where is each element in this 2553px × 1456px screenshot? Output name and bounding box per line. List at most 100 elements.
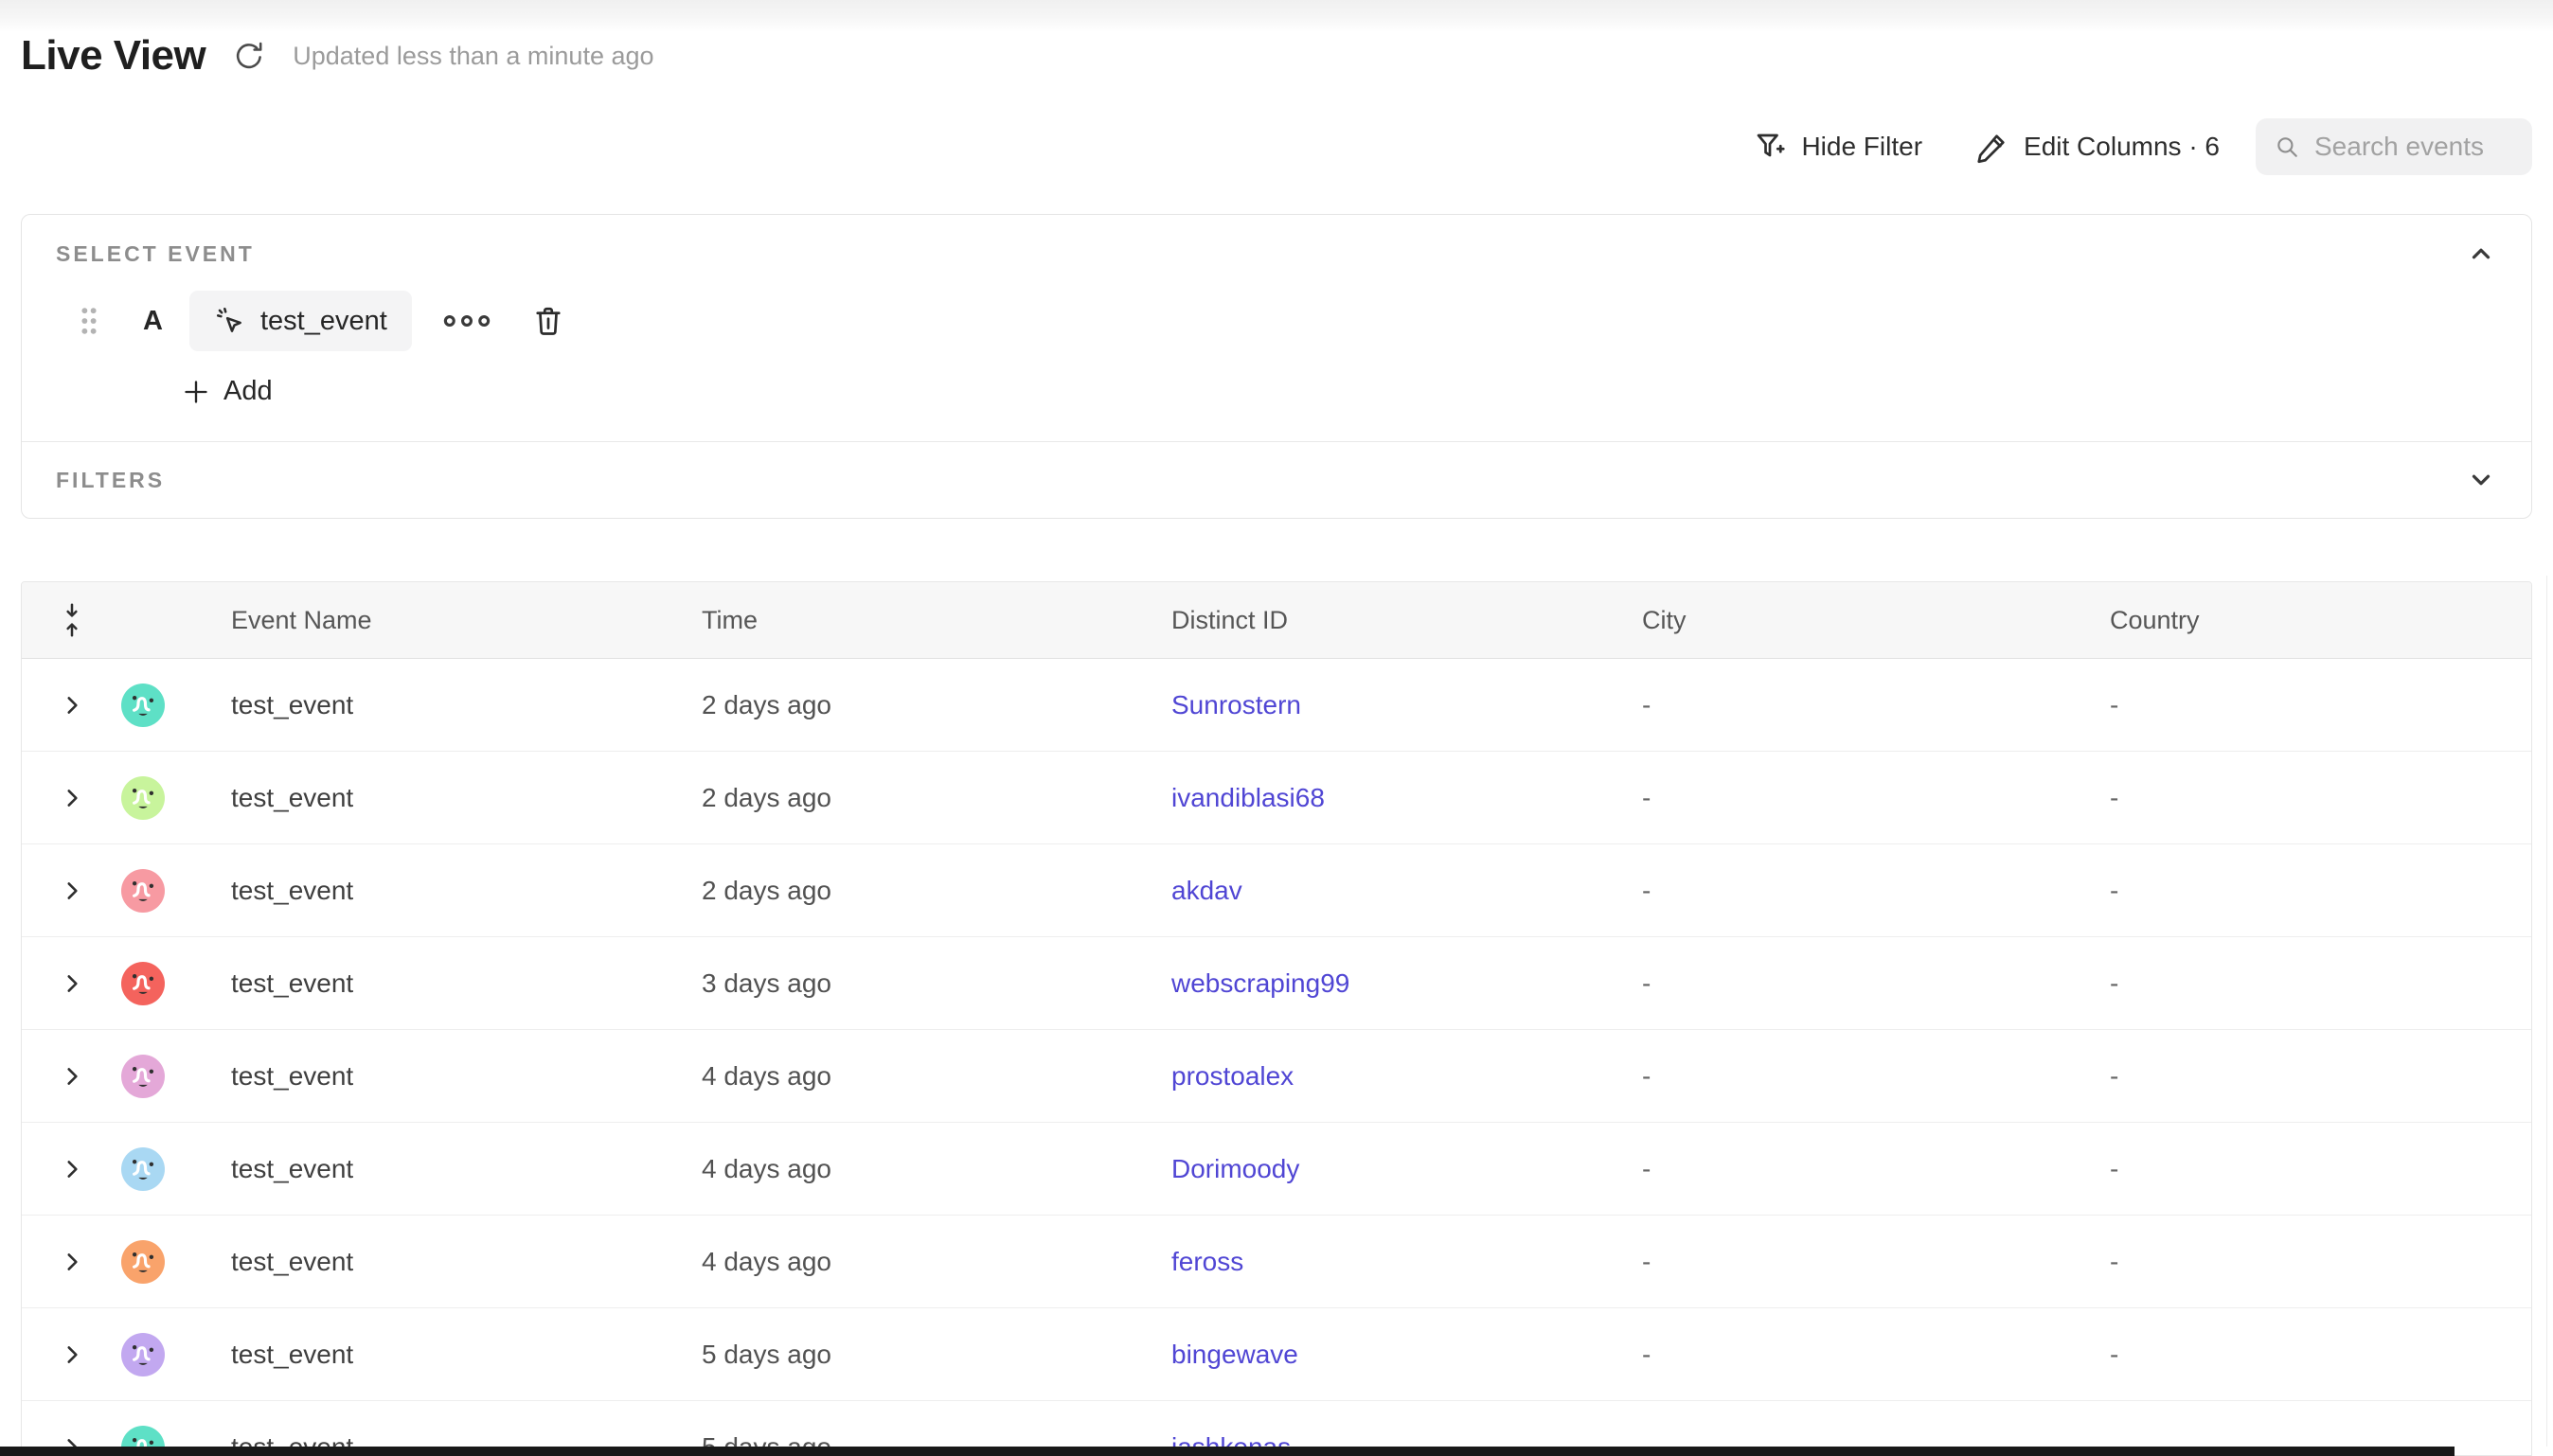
top-fade (0, 0, 2553, 32)
scrollbar-track-line (2546, 576, 2547, 1447)
user-avatar (121, 1055, 165, 1098)
distinct-id-link[interactable]: Sunrostern (1171, 690, 1301, 719)
distinct-id-link[interactable]: webscraping99 (1171, 968, 1349, 998)
city-cell: - (1642, 690, 2110, 720)
collapse-section-button[interactable] (2467, 240, 2495, 268)
table-body: test_event 2 days ago Sunrostern - - tes… (22, 659, 2531, 1456)
chevron-down-icon (2467, 466, 2495, 494)
user-avatar (121, 776, 165, 820)
search-input[interactable] (2314, 132, 2513, 162)
search-icon (2275, 132, 2299, 162)
toolbar: Hide Filter Edit Columns · 6 (1753, 117, 2532, 176)
table-row[interactable]: test_event 3 days ago webscraping99 - - (22, 937, 2531, 1030)
user-avatar (121, 869, 165, 913)
country-cell: - (2110, 876, 2531, 906)
table-row[interactable]: test_event 2 days ago ivandiblasi68 - - (22, 752, 2531, 844)
time-cell: 2 days ago (702, 783, 1171, 813)
page-header: Live View Updated less than a minute ago (21, 32, 654, 80)
search-box[interactable] (2256, 118, 2532, 175)
country-cell: - (2110, 783, 2531, 813)
page-title: Live View (21, 32, 205, 80)
collapse-all-rows-button[interactable] (22, 602, 121, 638)
time-cell: 3 days ago (702, 968, 1171, 999)
city-cell: - (1642, 1340, 2110, 1370)
row-expand-button[interactable] (60, 1157, 84, 1181)
user-avatar (121, 1240, 165, 1284)
distinct-id-link[interactable]: feross (1171, 1247, 1243, 1276)
add-button-label: Add (223, 376, 273, 407)
country-cell: - (2110, 968, 2531, 999)
distinct-id-link[interactable]: ivandiblasi68 (1171, 783, 1325, 812)
event-name-cell: test_event (231, 690, 702, 720)
query-builder-panel: SELECT EVENT A (21, 214, 2532, 519)
plus-icon (183, 379, 209, 405)
row-expand-button[interactable] (60, 786, 84, 810)
row-expand-button[interactable] (60, 1064, 84, 1089)
table-row[interactable]: test_event 2 days ago akdav - - (22, 844, 2531, 937)
pencil-icon (1975, 130, 2009, 164)
city-cell: - (1642, 1061, 2110, 1092)
refresh-icon (233, 40, 265, 72)
events-table: Event Name Time Distinct ID City Country… (21, 581, 2532, 1456)
country-cell: - (2110, 1061, 2531, 1092)
column-header-distinct-id: Distinct ID (1171, 606, 1642, 635)
row-expand-button[interactable] (60, 693, 84, 718)
table-row[interactable]: test_event 5 days ago bingewave - - (22, 1308, 2531, 1401)
user-avatar (121, 962, 165, 1005)
time-cell: 4 days ago (702, 1154, 1171, 1184)
event-name-cell: test_event (231, 1061, 702, 1092)
time-cell: 2 days ago (702, 876, 1171, 906)
more-options-button[interactable] (442, 311, 491, 330)
expand-filters-button[interactable] (2467, 466, 2495, 494)
table-row[interactable]: test_event 2 days ago Sunrostern - - (22, 659, 2531, 752)
hide-filter-button[interactable]: Hide Filter (1753, 130, 1922, 164)
country-cell: - (2110, 1154, 2531, 1184)
city-cell: - (1642, 1247, 2110, 1277)
time-cell: 5 days ago (702, 1340, 1171, 1370)
trash-icon (531, 303, 565, 339)
chevron-up-icon (2467, 240, 2495, 268)
cursor-click-icon (214, 305, 246, 337)
chevron-right-icon (60, 1342, 84, 1367)
row-expand-button[interactable] (60, 879, 84, 903)
user-avatar (121, 1147, 165, 1191)
collapse-vertical-icon (58, 602, 86, 638)
chevron-right-icon (60, 1064, 84, 1089)
event-chip-label: test_event (260, 306, 387, 337)
city-cell: - (1642, 783, 2110, 813)
distinct-id-link[interactable]: akdav (1171, 876, 1242, 905)
user-avatar (121, 1333, 165, 1376)
event-row-letter: A (143, 306, 163, 337)
chevron-right-icon (60, 1157, 84, 1181)
time-cell: 4 days ago (702, 1061, 1171, 1092)
chevron-right-icon (60, 971, 84, 996)
add-event-button[interactable]: Add (183, 376, 2495, 407)
table-row[interactable]: test_event 4 days ago Dorimoody - - (22, 1123, 2531, 1216)
event-name-cell: test_event (231, 1247, 702, 1277)
event-selector-chip[interactable]: test_event (189, 291, 412, 351)
row-expand-button[interactable] (60, 1342, 84, 1367)
edit-columns-button[interactable]: Edit Columns · 6 (1975, 130, 2220, 164)
delete-event-button[interactable] (531, 303, 565, 339)
time-cell: 4 days ago (702, 1247, 1171, 1277)
distinct-id-link[interactable]: Dorimoody (1171, 1154, 1299, 1183)
time-cell: 2 days ago (702, 690, 1171, 720)
row-expand-button[interactable] (60, 971, 84, 996)
refresh-button[interactable] (230, 37, 268, 75)
table-row[interactable]: test_event 4 days ago prostoalex - - (22, 1030, 2531, 1123)
table-row[interactable]: test_event 4 days ago feross - - (22, 1216, 2531, 1308)
chevron-right-icon (60, 1250, 84, 1274)
chevron-right-icon (60, 879, 84, 903)
distinct-id-link[interactable]: bingewave (1171, 1340, 1298, 1369)
distinct-id-link[interactable]: prostoalex (1171, 1061, 1294, 1091)
table-header-row: Event Name Time Distinct ID City Country (22, 582, 2531, 659)
country-cell: - (2110, 1247, 2531, 1277)
event-name-cell: test_event (231, 876, 702, 906)
filters-label: FILTERS (56, 468, 165, 493)
drag-handle-icon[interactable] (79, 305, 99, 337)
user-avatar (121, 684, 165, 727)
row-expand-button[interactable] (60, 1250, 84, 1274)
filters-section[interactable]: FILTERS (22, 442, 2531, 518)
country-cell: - (2110, 690, 2531, 720)
city-cell: - (1642, 968, 2110, 999)
